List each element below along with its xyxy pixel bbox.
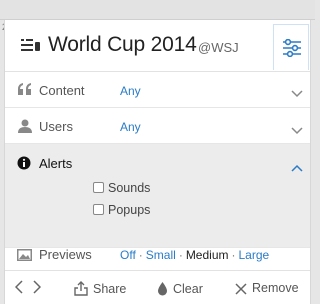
users-value[interactable]: Any xyxy=(120,120,141,134)
preview-large-option[interactable]: Large xyxy=(239,248,270,262)
preview-size-options: Off · Small · Medium · Large xyxy=(120,248,270,262)
move-left-button[interactable] xyxy=(14,280,28,294)
quote-icon xyxy=(17,82,33,101)
share-button[interactable]: Share xyxy=(74,281,126,296)
chevron-up-icon[interactable] xyxy=(291,159,303,177)
content-value[interactable]: Any xyxy=(120,84,141,98)
popups-label: Popups xyxy=(108,203,151,217)
users-label: Users xyxy=(39,119,73,134)
user-icon xyxy=(17,119,33,138)
sliders-icon xyxy=(283,39,301,57)
popups-checkbox[interactable]: Popups xyxy=(93,203,150,217)
remove-label: Remove xyxy=(252,281,299,295)
users-filter-row[interactable]: Users Any xyxy=(5,108,310,144)
info-icon xyxy=(17,156,31,175)
image-icon xyxy=(17,248,32,266)
share-label: Share xyxy=(93,282,127,296)
chevron-down-icon[interactable] xyxy=(291,85,303,103)
checkbox-box[interactable] xyxy=(93,204,104,215)
alerts-label[interactable]: Alerts xyxy=(39,156,72,171)
drop-icon xyxy=(158,282,167,296)
clear-label: Clear xyxy=(173,282,203,296)
column-title: World Cup 2014 xyxy=(48,33,197,56)
content-filter-row[interactable]: Content Any xyxy=(5,72,310,108)
chevron-down-icon[interactable] xyxy=(291,122,303,140)
content-label: Content xyxy=(39,83,85,98)
column-footer: Share Clear Remove xyxy=(5,270,310,304)
preview-off-option[interactable]: Off xyxy=(120,248,136,262)
previews-row: Previews Off · Small · Medium · Large xyxy=(5,247,310,270)
chevron-left-icon xyxy=(14,280,23,294)
remove-button[interactable]: Remove xyxy=(235,281,299,295)
preview-medium-option[interactable]: Medium xyxy=(186,248,229,262)
chevron-right-icon xyxy=(33,280,42,294)
sounds-label: Sounds xyxy=(108,181,151,195)
column-options-panel: World Cup 2014 @WSJ Content Any Users An… xyxy=(4,20,311,304)
move-right-button[interactable] xyxy=(33,280,46,294)
column-header: World Cup 2014 @WSJ xyxy=(5,20,310,72)
column-list-icon xyxy=(21,38,41,54)
preview-small-option[interactable]: Small xyxy=(146,248,176,262)
alerts-filter-section: Alerts Sounds Popups xyxy=(5,144,310,248)
sounds-checkbox[interactable]: Sounds xyxy=(93,181,150,195)
checkbox-box[interactable] xyxy=(93,182,104,193)
share-icon xyxy=(74,281,88,296)
clear-button[interactable]: Clear xyxy=(157,281,203,296)
window-top-bar xyxy=(0,0,315,20)
close-icon xyxy=(235,283,247,295)
column-settings-button[interactable] xyxy=(273,24,309,70)
previews-label: Previews xyxy=(39,247,92,262)
column-handle[interactable]: @WSJ xyxy=(198,40,239,55)
